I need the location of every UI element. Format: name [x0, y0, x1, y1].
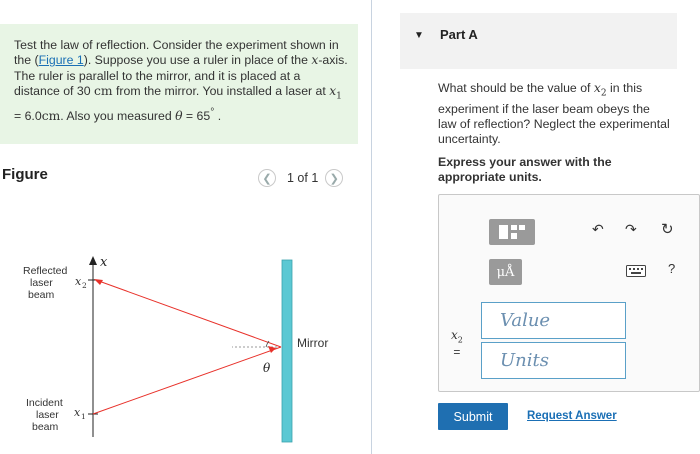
mirror — [281, 259, 293, 443]
pane-divider[interactable] — [371, 0, 372, 454]
x1-subscript: 1 — [336, 91, 342, 102]
keyboard-icon[interactable] — [626, 264, 646, 280]
figure-title: Figure — [2, 166, 48, 183]
question-text: What should be the value of x2 in this e… — [438, 81, 670, 148]
theta-label: θ — [263, 361, 271, 375]
x1-label: x — [74, 406, 81, 419]
incident-label: laser — [36, 409, 59, 421]
chevron-left-icon[interactable]: ❮ — [258, 169, 276, 187]
variable-label: x2 = — [451, 329, 463, 359]
reflected-arrowhead — [94, 279, 103, 285]
variable-subscript: 2 — [457, 335, 463, 345]
help-icon[interactable]: ? — [668, 261, 675, 276]
problem-text: . Also you measured — [60, 108, 176, 123]
part-a-header[interactable]: ▼ Part A — [400, 13, 677, 69]
figure-page-count: 1 of 1 — [287, 171, 319, 185]
problem-text: from the mirror. You installed a laser a… — [112, 83, 330, 98]
x2-label: x — [75, 275, 82, 288]
part-a-title: Part A — [440, 27, 478, 42]
problem-text: . — [214, 108, 222, 123]
problem-text: = 65 — [182, 108, 211, 123]
axis-x-label: x — [100, 255, 108, 270]
incident-beam — [92, 346, 282, 415]
x1-subscript: 1 — [81, 412, 86, 421]
value-input[interactable]: Value — [481, 302, 626, 339]
equals-sign: = — [453, 345, 461, 360]
unit-cm: cm — [41, 108, 61, 123]
unit-cm: cm — [93, 83, 113, 98]
answer-panel: μÅ ↶ ↷ ↻ ? x2 = Value Units — [438, 194, 700, 392]
problem-statement: Test the law of reflection. Consider the… — [0, 24, 358, 144]
axis-arrow — [89, 256, 97, 265]
incident-label: beam — [32, 421, 59, 433]
incident-label: Incident — [26, 397, 63, 409]
figure-link[interactable]: Figure 1 — [39, 53, 84, 67]
answer-instructions: Express your answer with the appropriate… — [438, 155, 612, 185]
problem-text: ). Suppose you use a ruler in place of t… — [83, 53, 312, 68]
x2-subscript: 2 — [82, 281, 87, 290]
chevron-right-icon[interactable]: ❯ — [325, 169, 344, 187]
reflection-diagram: x Reflected laser beam x 2 Incident lase… — [23, 255, 328, 443]
figure-pager: ❮ 1 of 1 ❯ — [258, 169, 344, 187]
caret-down-icon[interactable]: ▼ — [414, 30, 424, 41]
redo-icon[interactable]: ↷ — [625, 221, 637, 238]
left-pane: Test the law of reflection. Consider the… — [0, 0, 372, 454]
reflected-label: laser — [30, 277, 53, 289]
units-button[interactable]: μÅ — [489, 259, 522, 285]
undo-icon[interactable]: ↶ — [592, 221, 604, 238]
templates-icon[interactable] — [489, 219, 535, 245]
reflected-label: Reflected — [23, 265, 68, 277]
theta-symbol: θ — [175, 108, 183, 123]
variable-symbol: x — [451, 328, 458, 342]
submit-button[interactable]: Submit — [438, 403, 508, 430]
question-text-part: What should be the value of — [438, 81, 594, 95]
units-input[interactable]: Units — [481, 342, 626, 379]
reset-icon[interactable]: ↻ — [661, 220, 674, 238]
figure-diagram: x Reflected laser beam x 2 Incident lase… — [0, 200, 372, 454]
mirror-label: Mirror — [297, 336, 328, 350]
reflected-beam — [95, 279, 282, 348]
x2-variable: x — [593, 81, 601, 95]
request-answer-link[interactable]: Request Answer — [527, 410, 617, 422]
problem-text: = 6.0 — [14, 108, 42, 123]
reflected-label: beam — [28, 289, 55, 301]
